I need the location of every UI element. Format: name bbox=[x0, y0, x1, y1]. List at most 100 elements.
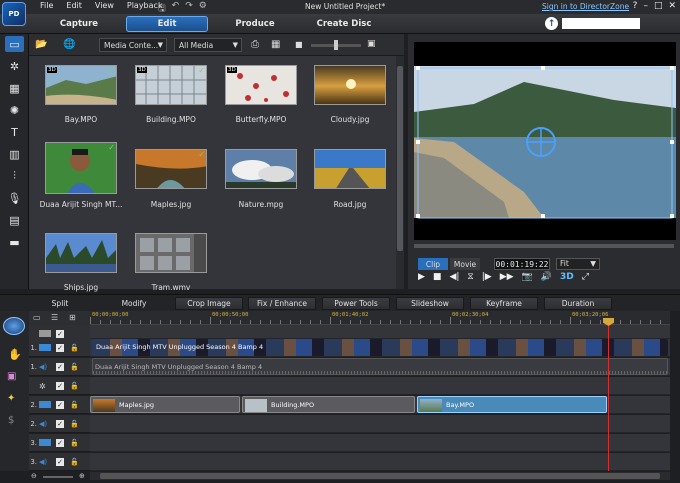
lock-icon[interactable]: 🔓 bbox=[70, 439, 79, 447]
audio-track-3[interactable] bbox=[90, 453, 670, 471]
video-track-3[interactable] bbox=[90, 434, 670, 452]
menu-view[interactable]: View bbox=[95, 1, 114, 10]
upload-icon[interactable]: ↑ bbox=[545, 17, 558, 30]
add-track-icon[interactable]: ⊞ bbox=[69, 313, 76, 322]
next-frame-icon[interactable]: |▶ bbox=[482, 272, 492, 282]
split-button[interactable]: Split bbox=[30, 297, 90, 310]
3d-toggle[interactable]: 3D bbox=[560, 272, 574, 282]
library-scrollbar[interactable] bbox=[396, 56, 404, 289]
maximize-button[interactable]: □ bbox=[654, 1, 663, 11]
track-manager-icon[interactable]: ☰ bbox=[51, 313, 58, 322]
fast-forward-icon[interactable]: ▶▶ bbox=[500, 272, 514, 282]
lock-icon[interactable]: 🔓 bbox=[70, 420, 79, 428]
crop-image-button[interactable]: Crop Image bbox=[175, 297, 243, 310]
tab-create-disc[interactable]: Create Disc bbox=[302, 16, 386, 32]
clip-bay-selected[interactable]: Bay.MPO bbox=[417, 396, 607, 413]
storyboard-icon[interactable]: ▭ bbox=[33, 313, 41, 322]
small-thumb-icon[interactable]: ■ bbox=[295, 40, 303, 49]
audio-tool-icon[interactable]: $ bbox=[8, 415, 14, 426]
lock-icon[interactable]: 🔓 bbox=[70, 363, 79, 371]
library-item-building[interactable]: 3D ✓ bbox=[135, 65, 207, 105]
picture-icon[interactable]: ▣ bbox=[7, 371, 16, 382]
audio-track-2[interactable] bbox=[90, 415, 670, 433]
timecode-display[interactable]: 00:01:19:22 bbox=[494, 258, 550, 270]
track-enable-checkbox[interactable]: ✓ bbox=[56, 400, 64, 409]
stop-icon[interactable]: ■ bbox=[433, 272, 442, 282]
modify-button[interactable]: Modify bbox=[100, 297, 168, 310]
snapshot-icon[interactable]: 📷 bbox=[522, 272, 533, 282]
title-room-icon[interactable]: T bbox=[5, 124, 24, 140]
scrollbar-thumb[interactable] bbox=[397, 66, 403, 251]
hand-icon[interactable]: ✋ bbox=[8, 348, 22, 361]
keyframe-button[interactable]: Keyframe bbox=[470, 297, 538, 310]
tab-produce[interactable]: Produce bbox=[215, 16, 295, 32]
magic-icon[interactable]: ✦ bbox=[7, 393, 15, 404]
library-item-ships[interactable] bbox=[45, 233, 117, 273]
lock-icon[interactable]: 🔓 bbox=[70, 382, 79, 390]
subtitle-room-icon[interactable]: ▬ bbox=[5, 234, 24, 250]
timeline-mode-icon[interactable] bbox=[3, 317, 25, 335]
zoom-slider[interactable] bbox=[43, 476, 73, 478]
close-button[interactable]: ✕ bbox=[668, 1, 676, 11]
tab-edit[interactable]: Edit bbox=[126, 16, 208, 32]
audio-track-1[interactable]: Duaa Arijit Singh MTV Unplugged Season 4… bbox=[90, 358, 670, 376]
clip-maples[interactable]: Maples.jpg bbox=[90, 396, 240, 413]
slider-handle[interactable] bbox=[334, 40, 338, 50]
clip-building[interactable]: Building.MPO bbox=[242, 396, 415, 413]
effect-room-icon[interactable]: ✲ bbox=[5, 58, 24, 74]
grid-view-icon[interactable]: ▦ bbox=[271, 39, 280, 50]
large-thumb-icon[interactable]: ▣ bbox=[367, 39, 376, 49]
library-item-cloudy[interactable] bbox=[314, 65, 386, 105]
pip-room-icon[interactable]: ▦ bbox=[5, 80, 24, 96]
undock-icon[interactable]: ⤢ bbox=[582, 272, 589, 282]
track-enable-checkbox[interactable]: ✓ bbox=[56, 362, 64, 371]
power-tools-button[interactable]: Power Tools bbox=[322, 297, 390, 310]
audio-mixing-icon[interactable]: ⫶ bbox=[5, 168, 24, 184]
preview-screen[interactable] bbox=[414, 42, 676, 240]
media-content-dropdown[interactable]: Media Conte... ▼ bbox=[99, 38, 167, 52]
library-item-maples[interactable]: ✓ bbox=[135, 149, 207, 189]
track-enable-checkbox[interactable]: ✓ bbox=[56, 457, 64, 466]
track-enable-checkbox[interactable]: ✓ bbox=[56, 419, 64, 428]
timeline-ruler[interactable]: 00;00;00;00 00;00;50;00 00;01;40;02 00;0… bbox=[90, 311, 670, 325]
help-button[interactable]: ? bbox=[633, 1, 638, 11]
library-item-bay[interactable]: 3D ✓ bbox=[45, 65, 117, 105]
track-enable-checkbox[interactable]: ✓ bbox=[56, 438, 64, 447]
chapter-room-icon[interactable]: ▤ bbox=[5, 212, 24, 228]
menu-edit[interactable]: Edit bbox=[66, 1, 82, 10]
volume-icon[interactable]: 🔊 bbox=[541, 272, 552, 282]
transition-room-icon[interactable]: ▥ bbox=[5, 146, 24, 162]
track-enable-checkbox[interactable]: ✓ bbox=[56, 343, 64, 352]
zoom-in-icon[interactable]: ⊕ bbox=[79, 472, 85, 480]
previous-frame-icon[interactable]: ◀| bbox=[449, 272, 459, 282]
particle-room-icon[interactable]: ✺ bbox=[5, 102, 24, 118]
signin-link[interactable]: Sign in to DirectorZone bbox=[542, 2, 629, 11]
library-item-tram[interactable] bbox=[135, 233, 207, 273]
media-filter-dropdown[interactable]: All Media ▼ bbox=[174, 38, 242, 52]
library-item-nature[interactable] bbox=[225, 149, 297, 189]
minimize-button[interactable]: – bbox=[643, 1, 648, 11]
track-enable-checkbox[interactable]: ✓ bbox=[56, 381, 64, 390]
tab-capture[interactable]: Capture bbox=[40, 16, 118, 32]
preview-progress-bar[interactable] bbox=[414, 244, 674, 248]
fix-enhance-button[interactable]: Fix / Enhance bbox=[248, 297, 316, 310]
voiceover-icon[interactable]: 🎙 bbox=[5, 190, 24, 206]
globe-icon[interactable]: 🌐 bbox=[63, 39, 75, 50]
track-enable-checkbox[interactable]: ✓ bbox=[56, 329, 64, 338]
fx-track[interactable] bbox=[90, 377, 670, 395]
fit-dropdown[interactable]: Fit ▼ bbox=[556, 258, 600, 270]
chapter-track[interactable] bbox=[90, 325, 670, 339]
lock-icon[interactable]: 🔓 bbox=[70, 458, 79, 466]
video-clip-duaa[interactable]: Duaa Arijit Singh MTV Unplugged Season 4… bbox=[92, 339, 668, 356]
zoom-out-icon[interactable]: ⊖ bbox=[31, 472, 37, 480]
audio-clip-duaa[interactable]: Duaa Arijit Singh MTV Unplugged Season 4… bbox=[92, 358, 668, 375]
library-item-butterfly[interactable]: 3D bbox=[225, 65, 297, 105]
timeline-scrollbar[interactable] bbox=[90, 472, 670, 480]
menu-file[interactable]: File bbox=[40, 1, 53, 10]
slideshow-button[interactable]: Slideshow bbox=[396, 297, 464, 310]
media-room-icon[interactable]: ▭ bbox=[5, 36, 24, 52]
split-icon[interactable]: ⧖ bbox=[467, 272, 473, 282]
library-item-duaa[interactable]: ✓ bbox=[45, 142, 117, 194]
import-icon[interactable]: ⎙ bbox=[251, 39, 259, 50]
folder-icon[interactable]: 📂 bbox=[35, 39, 47, 50]
